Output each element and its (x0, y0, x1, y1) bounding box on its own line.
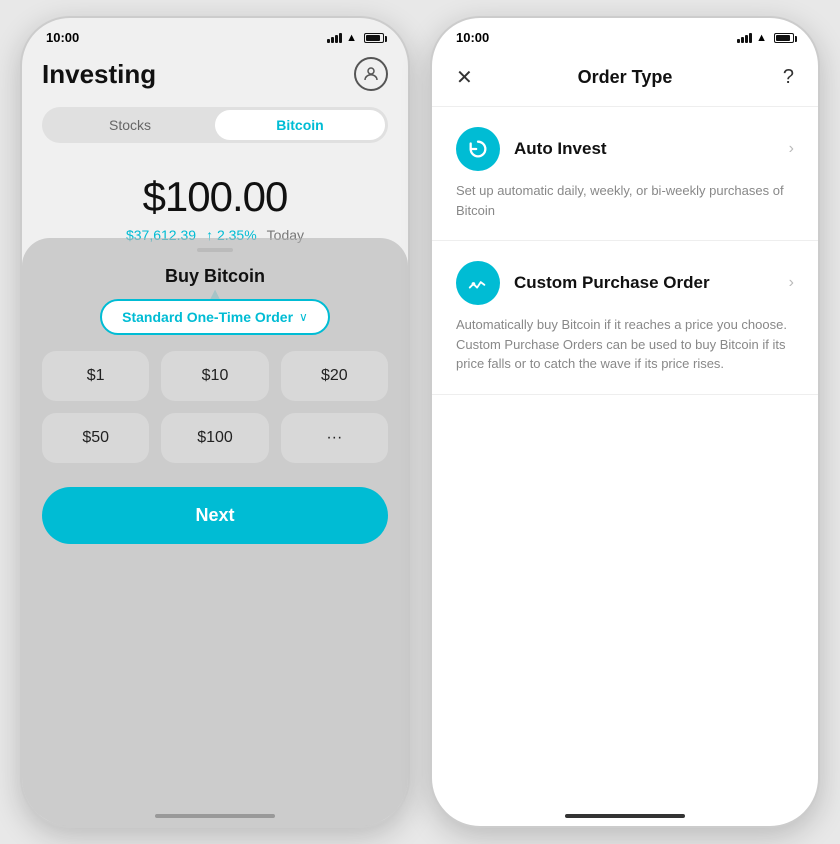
order-type-chevron-icon: ∨ (299, 310, 308, 324)
right-phone: 10:00 ▲ ✕ Order Type ? (430, 16, 820, 828)
time-right: 10:00 (456, 30, 489, 45)
amount-btn-1[interactable]: $1 (42, 351, 149, 401)
amount-btn-100[interactable]: $100 (161, 413, 268, 463)
custom-order-chevron-icon: › (789, 274, 794, 292)
left-phone: 10:00 ▲ Investing (20, 16, 410, 828)
battery-icon-right (774, 33, 794, 43)
auto-invest-row: Auto Invest › (456, 127, 794, 171)
order-type-selector[interactable]: Standard One-Time Order ∨ (100, 299, 330, 335)
custom-order-desc: Automatically buy Bitcoin if it reaches … (456, 315, 794, 374)
auto-invest-option[interactable]: Auto Invest › Set up automatic daily, we… (432, 107, 818, 241)
amount-btn-50[interactable]: $50 (42, 413, 149, 463)
custom-order-icon (456, 261, 500, 305)
amount-btn-more[interactable]: ··· (281, 413, 388, 463)
amount-grid: $1 $10 $20 $50 $100 ··· (22, 351, 408, 479)
main-price: $100.00 (42, 173, 388, 221)
status-icons-right: ▲ (737, 32, 794, 44)
custom-order-row: Custom Purchase Order › (456, 261, 794, 305)
investing-header: Investing (42, 49, 388, 107)
tab-bitcoin[interactable]: Bitcoin (215, 110, 385, 140)
tab-stocks[interactable]: Stocks (45, 110, 215, 140)
tab-bar: Stocks Bitcoin (42, 107, 388, 143)
order-type-title: Order Type (578, 67, 673, 88)
wifi-icon-right: ▲ (756, 32, 767, 44)
signal-icon-right (737, 33, 752, 43)
investing-title: Investing (42, 59, 156, 90)
avatar-icon[interactable] (354, 57, 388, 91)
custom-order-option[interactable]: Custom Purchase Order › Automatically bu… (432, 241, 818, 395)
signal-icon (327, 33, 342, 43)
order-type-header: ✕ Order Type ? (432, 49, 818, 107)
amount-btn-20[interactable]: $20 (281, 351, 388, 401)
order-type-text: Standard One-Time Order (122, 309, 293, 325)
modal-title: Buy Bitcoin (22, 252, 408, 295)
auto-invest-name: Auto Invest (514, 139, 789, 159)
help-button[interactable]: ? (764, 66, 794, 89)
status-icons-left: ▲ (327, 32, 384, 44)
next-button[interactable]: Next (42, 487, 388, 544)
home-bar-right (565, 814, 685, 818)
auto-invest-chevron-icon: › (789, 140, 794, 158)
auto-invest-desc: Set up automatic daily, weekly, or bi-we… (456, 181, 794, 220)
amount-btn-10[interactable]: $10 (161, 351, 268, 401)
battery-icon (364, 33, 384, 43)
buy-modal: Buy Bitcoin Standard One-Time Order ∨ $1… (22, 238, 408, 826)
custom-order-name: Custom Purchase Order (514, 273, 789, 293)
auto-invest-icon (456, 127, 500, 171)
notch-right (560, 18, 690, 46)
home-bar-left (155, 814, 275, 818)
close-button[interactable]: ✕ (456, 65, 486, 90)
wifi-icon: ▲ (346, 32, 357, 44)
notch-left (150, 18, 280, 46)
time-left: 10:00 (46, 30, 79, 45)
